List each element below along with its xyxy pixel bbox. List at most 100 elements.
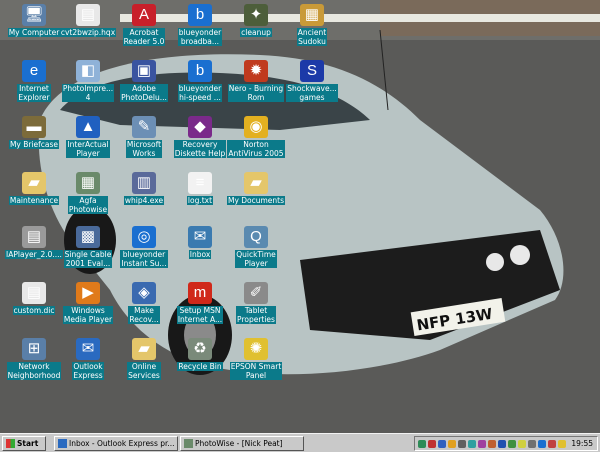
windows-logo-icon: [6, 439, 15, 448]
desktop-icon-label: Recovery Diskette Help: [173, 140, 227, 158]
desktop-icon[interactable]: Q QuickTime Player: [226, 226, 286, 278]
tray-icon[interactable]: [438, 440, 446, 448]
recycle-bin-icon: ♻: [188, 338, 212, 360]
desktop-icon-label: custom.dic: [12, 306, 56, 315]
desktop-icon-label: Make Recov...: [128, 306, 160, 324]
desktop-icon[interactable]: ▦ Ancient Sudoku: [282, 4, 342, 56]
desktop-icon[interactable]: ✉ Outlook Express: [58, 338, 118, 390]
system-tray: 19:55: [414, 436, 598, 451]
desktop-icon[interactable]: ▬ My Briefcase: [4, 116, 64, 168]
folder-icon: ▰: [132, 338, 156, 360]
tray-icon[interactable]: [508, 440, 516, 448]
desktop-icon[interactable]: ▦ Agfa Photowise: [58, 172, 118, 224]
desktop-icon[interactable]: ▰ Maintenance: [4, 172, 64, 224]
desktop-icon[interactable]: ✎ Microsoft Works: [114, 116, 174, 168]
clock[interactable]: 19:55: [571, 437, 593, 450]
desktop-icon[interactable]: ◆ Recovery Diskette Help: [170, 116, 230, 168]
outlook-express-icon: ✉: [76, 338, 100, 360]
task-label: PhotoWise - [Nick Peat]: [195, 439, 283, 448]
desktop-icon[interactable]: ▤ cvt2bwzip.hqx: [58, 4, 118, 56]
tray-icon[interactable]: [528, 440, 536, 448]
blueyonder-icon: b: [188, 4, 212, 26]
desktop-icon[interactable]: b blueyonder broadba...: [170, 4, 230, 56]
tray-icon[interactable]: [478, 440, 486, 448]
tray-icon[interactable]: [458, 440, 466, 448]
taskbar: Start Inbox - Outlook Express pr... Phot…: [0, 433, 600, 452]
desktop-icon-label: Setup MSN Internet A...: [176, 306, 224, 324]
desktop-icon-label: InterActual Player: [66, 140, 110, 158]
desktop-icon[interactable]: ✉ Inbox: [170, 226, 230, 278]
agfa-icon: ▦: [76, 172, 100, 194]
desktop-icon[interactable]: ▰ Online Services: [114, 338, 174, 390]
desktop-icon-label: Network Neighborhood: [6, 362, 62, 380]
desktop-icon-label: cleanup: [240, 28, 272, 37]
desktop-icon-label: blueyonder hi-speed ...: [177, 84, 223, 102]
task-label: Inbox - Outlook Express pr...: [69, 439, 175, 448]
desktop-icon[interactable]: ⊞ Network Neighborhood: [4, 338, 64, 390]
dic-file-icon: ▤: [22, 282, 46, 304]
desktop-icon-label: Maintenance: [8, 196, 60, 205]
desktop-icon[interactable]: A Acrobat Reader 5.0: [114, 4, 174, 56]
desktop-icon-label: Single Cable 2001 Eval...: [63, 250, 113, 268]
my-computer-icon: 🖥: [22, 4, 46, 26]
start-button[interactable]: Start: [2, 436, 46, 451]
desktop-icon[interactable]: ▥ whip4.exe: [114, 172, 174, 224]
desktop-icon[interactable]: ▰ My Documents: [226, 172, 286, 224]
internet-explorer-icon: e: [22, 60, 46, 82]
blueyonder-icon: ◎: [132, 226, 156, 248]
desktop-icon[interactable]: ◧ PhotoImpre... 4: [58, 60, 118, 112]
tray-icon[interactable]: [518, 440, 526, 448]
desktop-icon[interactable]: ▤ IAPlayer_2.0....: [4, 226, 64, 278]
desktop-icon[interactable]: 🖥 My Computer: [4, 4, 64, 56]
tray-icon[interactable]: [448, 440, 456, 448]
desktop-icon[interactable]: S Shockwave... games: [282, 60, 342, 112]
desktop-icon[interactable]: m Setup MSN Internet A...: [170, 282, 230, 334]
desktop-icon-label: Recycle Bin: [177, 362, 223, 371]
desktop-icon[interactable]: ◉ Norton AntiVirus 2005: [226, 116, 286, 168]
network-icon: ⊞: [22, 338, 46, 360]
desktop-icon[interactable]: ▣ Adobe PhotoDelu...: [114, 60, 174, 112]
file-icon: ▤: [76, 4, 100, 26]
desktop-icon[interactable]: ◈ Make Recov...: [114, 282, 174, 334]
desktop-icon-label: Inbox: [188, 250, 212, 259]
desktop-icon-label: cvt2bwzip.hqx: [59, 28, 117, 37]
desktop-icon-label: Online Services: [127, 362, 161, 380]
desktop-icon-label: Agfa Photowise: [67, 196, 109, 214]
inbox-icon: ✉: [188, 226, 212, 248]
tray-icon[interactable]: [428, 440, 436, 448]
tray-icon[interactable]: [558, 440, 566, 448]
nero-icon: ✹: [244, 60, 268, 82]
tablet-icon: ✐: [244, 282, 268, 304]
tray-icon[interactable]: [488, 440, 496, 448]
task-button-photowise[interactable]: PhotoWise - [Nick Peat]: [180, 436, 304, 451]
desktop-icon[interactable]: ▲ InterActual Player: [58, 116, 118, 168]
desktop-icon[interactable]: ≡ log.txt: [170, 172, 230, 224]
folder-icon: ▰: [244, 172, 268, 194]
desktop-icon[interactable]: ▩ Single Cable 2001 Eval...: [58, 226, 118, 278]
tray-icon[interactable]: [538, 440, 546, 448]
desktop-icon[interactable]: ✺ EPSON Smart Panel: [226, 338, 286, 390]
task-button-inbox[interactable]: Inbox - Outlook Express pr...: [54, 436, 178, 451]
acrobat-icon: A: [132, 4, 156, 26]
desktop-icon[interactable]: e Internet Explorer: [4, 60, 64, 112]
desktop-icon[interactable]: ✐ Tablet Properties: [226, 282, 286, 334]
desktop-icon-label: My Computer: [7, 28, 61, 37]
desktop-icon[interactable]: ✹ Nero - Burning Rom: [226, 60, 286, 112]
single-cable-icon: ▩: [76, 226, 100, 248]
tray-icon[interactable]: [418, 440, 426, 448]
tray-icon[interactable]: [468, 440, 476, 448]
tray-icon[interactable]: [498, 440, 506, 448]
desktop-icon[interactable]: ♻ Recycle Bin: [170, 338, 230, 390]
outlook-express-icon: [58, 439, 67, 448]
desktop-icon[interactable]: ▤ custom.dic: [4, 282, 64, 334]
desktop-icon[interactable]: ◎ blueyonder Instant Su...: [114, 226, 174, 278]
tray-icon[interactable]: [548, 440, 556, 448]
cleanup-icon: ✦: [244, 4, 268, 26]
desktop-icon-label: Microsoft Works: [125, 140, 163, 158]
start-label: Start: [17, 439, 39, 448]
desktop-icon-label: EPSON Smart Panel: [229, 362, 283, 380]
desktop-icon[interactable]: ✦ cleanup: [226, 4, 286, 56]
desktop-icon[interactable]: b blueyonder hi-speed ...: [170, 60, 230, 112]
desktop-icon[interactable]: ▶ Windows Media Player: [58, 282, 118, 334]
sudoku-icon: ▦: [300, 4, 324, 26]
